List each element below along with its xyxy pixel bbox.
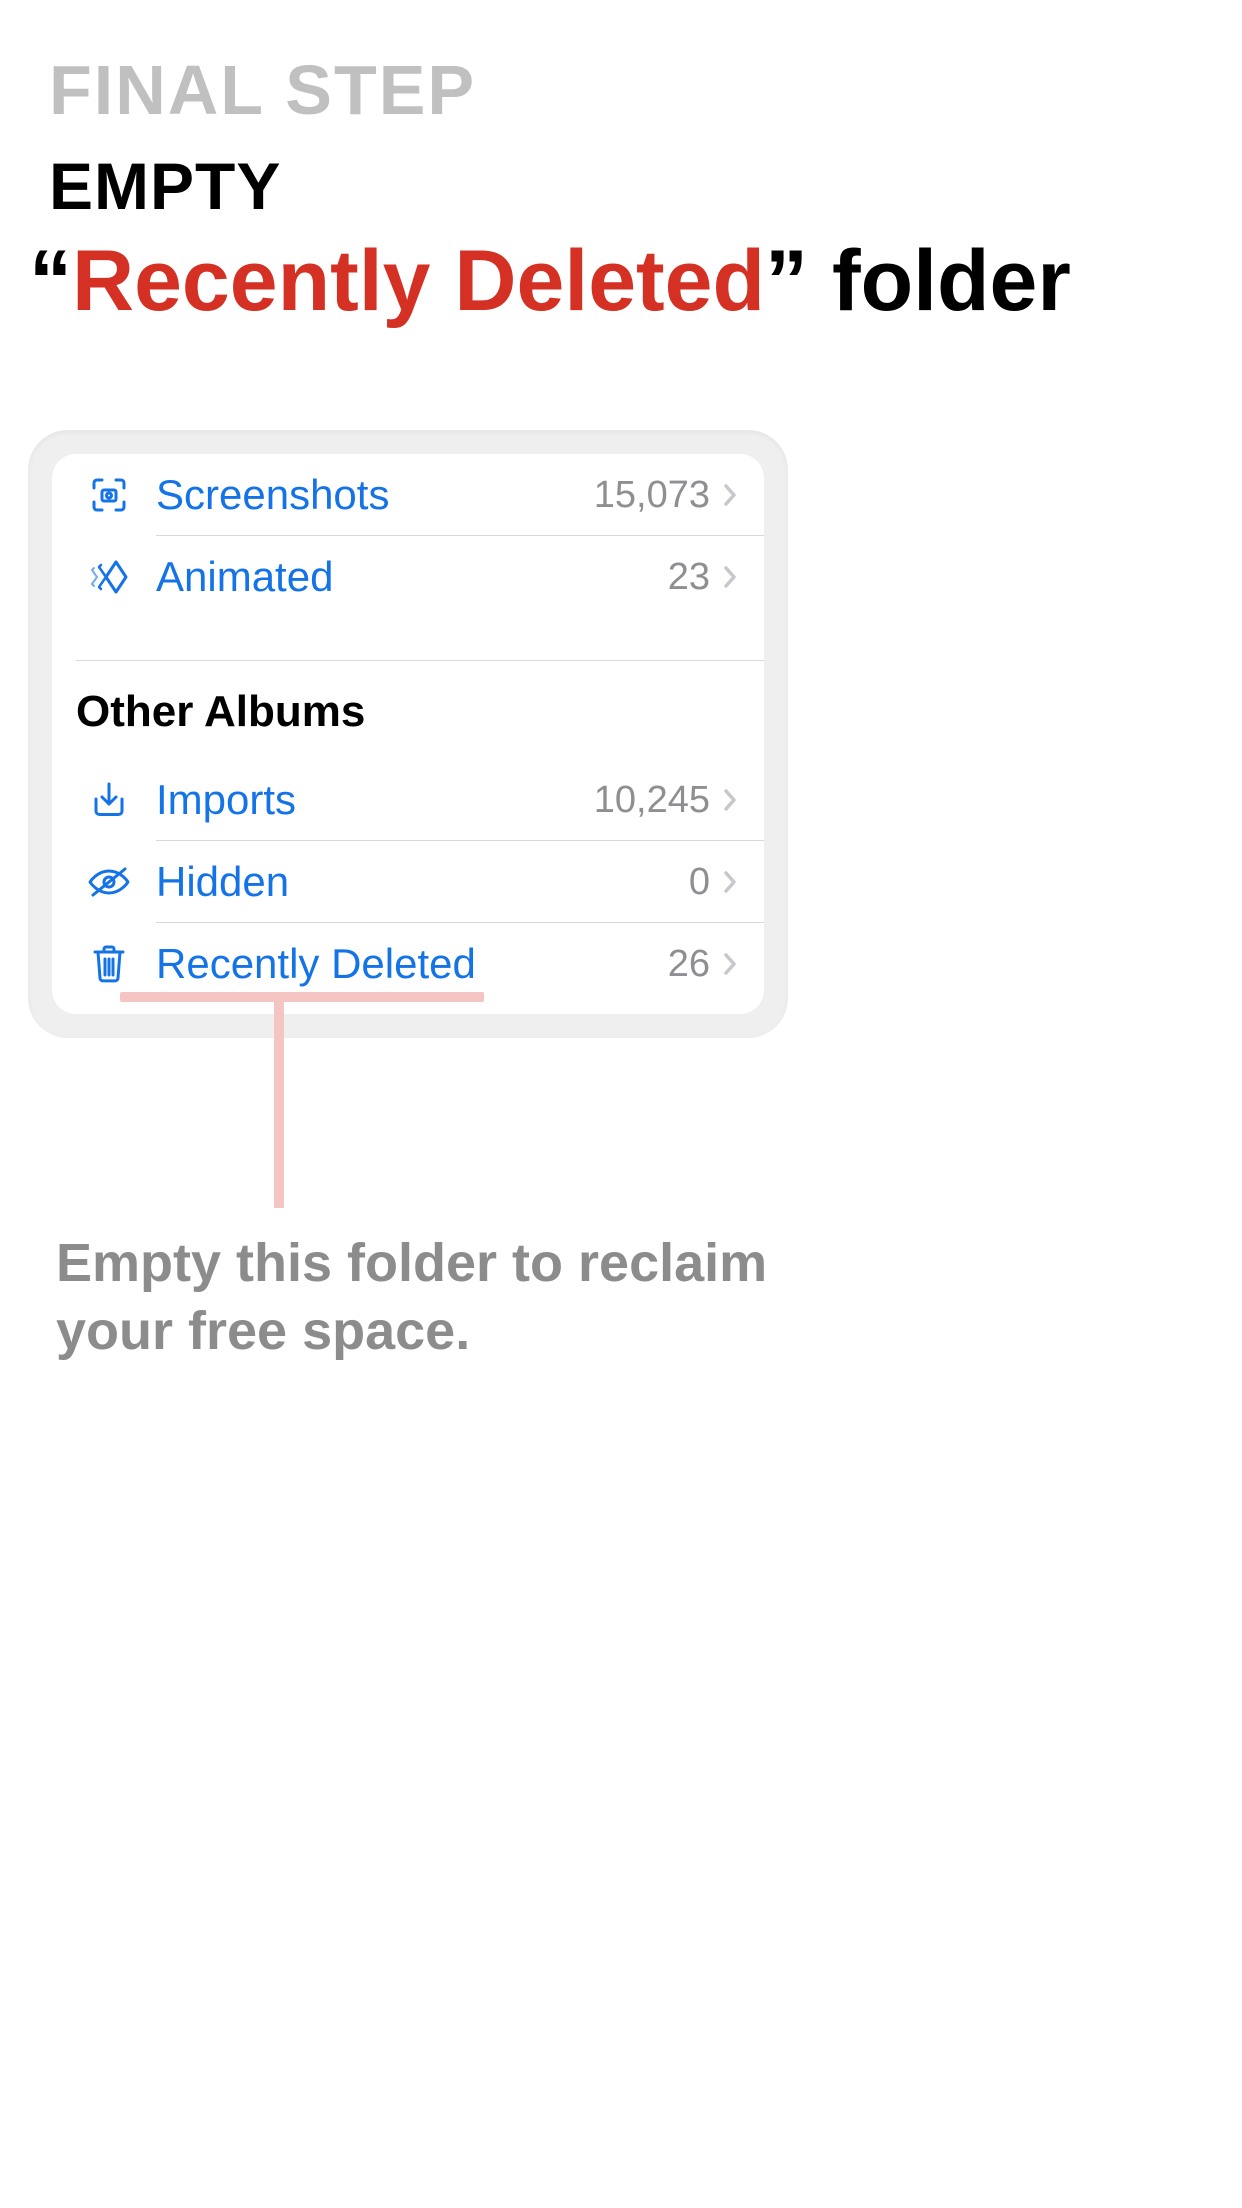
album-row-hidden[interactable]: Hidden 0 bbox=[52, 841, 764, 923]
close-quote: ” bbox=[765, 233, 808, 329]
album-label: Screenshots bbox=[142, 471, 594, 519]
callout-connector-line bbox=[274, 992, 284, 1208]
imports-icon bbox=[76, 781, 142, 819]
album-count: 15,073 bbox=[594, 474, 710, 517]
animated-icon bbox=[76, 558, 142, 596]
album-row-imports[interactable]: Imports 10,245 bbox=[52, 759, 764, 841]
top-albums-list: Screenshots 15,073 bbox=[52, 454, 764, 618]
header-block: FINAL STEP EMPTY “Recently Deleted” fold… bbox=[49, 50, 1209, 326]
callout-underline bbox=[120, 992, 484, 1002]
album-label: Recently Deleted bbox=[142, 940, 668, 988]
title-line: “Recently Deleted” folder bbox=[29, 236, 1209, 326]
chevron-right-icon bbox=[720, 950, 740, 978]
folder-word: folder bbox=[808, 233, 1071, 329]
empty-word: EMPTY bbox=[49, 148, 1209, 224]
section-header-other-albums: Other Albums bbox=[52, 661, 764, 759]
trash-icon bbox=[76, 944, 142, 984]
chevron-right-icon bbox=[720, 563, 740, 591]
albums-card: Screenshots 15,073 bbox=[28, 430, 788, 1038]
chevron-right-icon bbox=[720, 868, 740, 896]
chevron-right-icon bbox=[720, 481, 740, 509]
album-label: Hidden bbox=[142, 858, 689, 906]
chevron-right-icon bbox=[720, 786, 740, 814]
album-count: 0 bbox=[689, 861, 710, 904]
album-count: 26 bbox=[668, 943, 710, 986]
screenshots-icon bbox=[76, 476, 142, 514]
highlighted-phrase: Recently Deleted bbox=[72, 236, 765, 326]
caption-text: Empty this folder to reclaim your free s… bbox=[56, 1230, 776, 1365]
album-label: Imports bbox=[142, 776, 594, 824]
album-row-animated[interactable]: Animated 23 bbox=[52, 536, 764, 618]
albums-card-inner: Screenshots 15,073 bbox=[52, 454, 764, 1014]
album-count: 23 bbox=[668, 556, 710, 599]
album-row-screenshots[interactable]: Screenshots 15,073 bbox=[52, 454, 764, 536]
album-count: 10,245 bbox=[594, 779, 710, 822]
kicker-text: FINAL STEP bbox=[49, 50, 1209, 130]
section-gap bbox=[52, 618, 764, 660]
album-label: Animated bbox=[142, 553, 668, 601]
other-albums-list: Imports 10,245 bbox=[52, 759, 764, 1005]
open-quote: “ bbox=[29, 233, 72, 329]
hidden-icon bbox=[76, 865, 142, 899]
